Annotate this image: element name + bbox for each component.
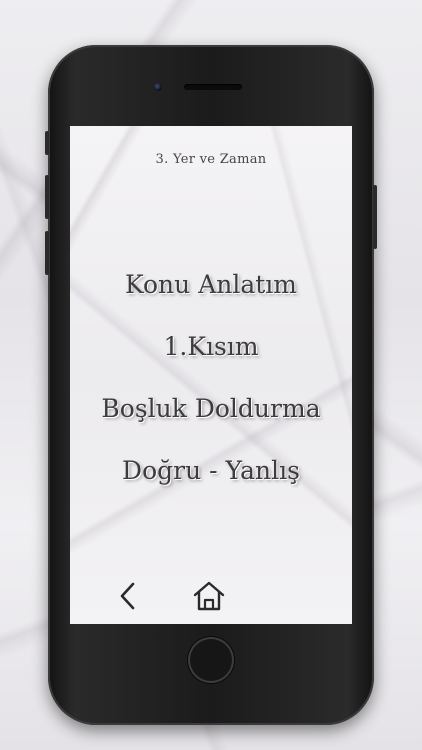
earpiece-speaker — [184, 84, 242, 90]
menu-item-kisim-1[interactable]: 1.Kısım — [70, 316, 352, 378]
silent-switch — [45, 131, 49, 155]
home-nav-button[interactable] — [191, 578, 227, 614]
section-subtitle: 3. Yer ve Zaman — [155, 152, 267, 167]
menu-item-konu-anlatim[interactable]: Konu Anlatım — [70, 254, 352, 316]
menu-item-bosluk-doldurma[interactable]: Boşluk Doldurma — [70, 378, 352, 440]
device-home-button[interactable] — [188, 637, 234, 683]
menu-item-dogru-yanlis[interactable]: Doğru - Yanlış — [70, 440, 352, 502]
app-screen: 3. Yer ve Zaman Konu Anlatım 1.Kısım Boş… — [70, 126, 352, 624]
back-button[interactable] — [110, 578, 146, 614]
bottom-nav — [70, 578, 352, 618]
phone-frame: 3. Yer ve Zaman Konu Anlatım 1.Kısım Boş… — [45, 45, 377, 725]
menu-list: Konu Anlatım 1.Kısım Boşluk Doldurma Doğ… — [70, 254, 352, 502]
volume-up-button — [45, 175, 49, 219]
chevron-left-icon — [120, 582, 135, 610]
power-button — [373, 185, 377, 249]
front-camera — [154, 83, 162, 91]
volume-down-button — [45, 231, 49, 275]
home-icon — [193, 581, 225, 611]
